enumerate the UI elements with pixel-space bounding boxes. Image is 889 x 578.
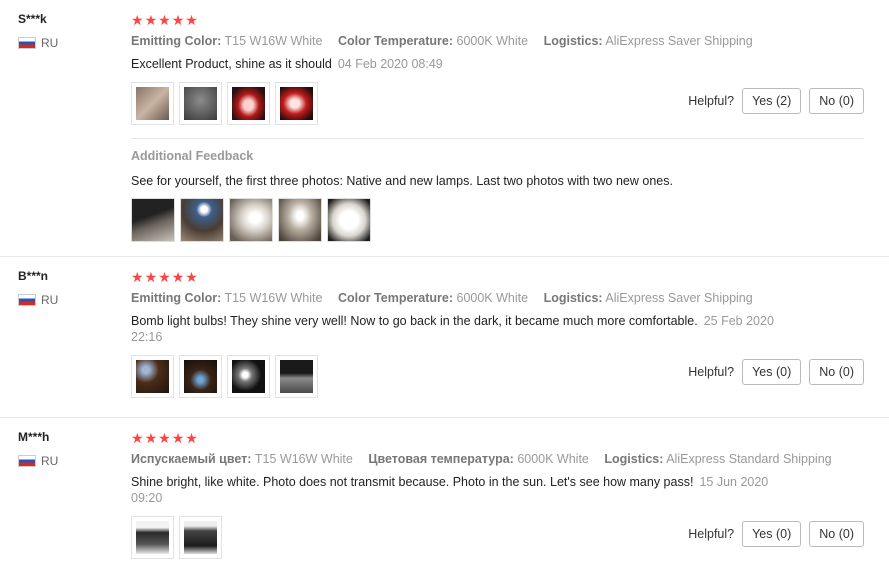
- country-code: RU: [41, 454, 59, 468]
- star-icon: ★: [131, 430, 144, 446]
- helpful-label: Helpful?: [688, 365, 735, 379]
- attr-value: 6000K White: [456, 34, 529, 48]
- attr-value: 6000K White: [456, 291, 529, 305]
- star-icon: ★: [144, 269, 158, 285]
- feedback-photo[interactable]: [278, 198, 322, 242]
- reviewer-name: M***h: [18, 430, 50, 444]
- review-text: Excellent Product, shine as it should 04 …: [131, 56, 864, 72]
- attr-label: Logistics:: [604, 452, 664, 466]
- helpful-no-button[interactable]: No (0): [809, 88, 864, 114]
- star-rating: ★ ★ ★ ★ ★: [131, 269, 864, 285]
- country-code: RU: [41, 36, 59, 50]
- attr-label: Emitting Color:: [131, 291, 222, 305]
- helpful-yes-button[interactable]: Yes (0): [742, 359, 802, 385]
- helpful-label: Helpful?: [688, 527, 735, 541]
- review-photo-thumbnail[interactable]: [131, 355, 174, 398]
- star-icon: ★: [131, 12, 144, 28]
- additional-feedback: Additional Feedback See for yourself, th…: [131, 138, 864, 242]
- star-icon: ★: [144, 12, 158, 28]
- attr-label: Logistics:: [543, 34, 603, 48]
- country-code: RU: [41, 293, 59, 307]
- star-icon: ★: [158, 269, 171, 285]
- review-photo-thumbnail[interactable]: [179, 355, 222, 398]
- additional-feedback-title: Additional Feedback: [131, 149, 254, 163]
- helpful-yes-button[interactable]: Yes (2): [742, 88, 802, 114]
- attr-value: T15 W16W White: [224, 291, 323, 305]
- star-icon: ★: [144, 430, 158, 446]
- review-content: Shine bright, like white. Photo does not…: [131, 475, 694, 489]
- attr-value: AliExpress Saver Shipping: [605, 34, 753, 48]
- review-photo-thumbnail[interactable]: [227, 82, 270, 125]
- review-item: M***h RU ★ ★ ★ ★ ★ Испускаемый цвет: T15 W16…: [0, 418, 889, 578]
- star-icon: ★: [158, 12, 171, 28]
- review-time: 09:20: [131, 491, 163, 505]
- attr-value: T15 W16W White: [224, 34, 323, 48]
- reviewer-country: RU: [18, 454, 58, 468]
- sku-attributes: Emitting Color: T15 W16W White Color Tem…: [131, 34, 864, 48]
- feedback-photo[interactable]: [131, 198, 175, 242]
- review-photo-thumbnail[interactable]: [179, 516, 222, 559]
- feedback-photo[interactable]: [180, 198, 224, 242]
- review-content: Excellent Product, shine as it should: [131, 57, 332, 71]
- helpful-vote: Helpful? Yes (0) No (0): [688, 521, 864, 547]
- helpful-label: Helpful?: [688, 94, 735, 108]
- reviewer-country: RU: [18, 293, 58, 307]
- helpful-vote: Helpful? Yes (2) No (0): [688, 88, 864, 114]
- sku-attributes: Испускаемый цвет: T15 W16W White Цветова…: [131, 452, 864, 466]
- star-icon: ★: [185, 269, 198, 285]
- star-icon: ★: [185, 12, 198, 28]
- attr-label: Испускаемый цвет:: [131, 452, 252, 466]
- review-time: 22:16: [131, 330, 163, 344]
- star-icon: ★: [158, 430, 171, 446]
- star-icon: ★: [171, 12, 185, 28]
- attr-label: Logistics:: [543, 291, 603, 305]
- review-text: Shine bright, like white. Photo does not…: [131, 474, 864, 506]
- review-photo-thumbnail[interactable]: [179, 82, 222, 125]
- review-photo-thumbnail[interactable]: [131, 516, 174, 559]
- attr-value: 6000K White: [517, 452, 589, 466]
- review-date: 04 Feb 2020 08:49: [337, 57, 443, 71]
- helpful-yes-button[interactable]: Yes (0): [742, 521, 802, 547]
- review-date: 15 Jun 2020: [699, 475, 769, 489]
- review-text: Bomb light bulbs! They shine very well! …: [131, 313, 864, 345]
- star-icon: ★: [171, 430, 185, 446]
- russia-flag-icon: [18, 294, 36, 306]
- attr-value: AliExpress Standard Shipping: [666, 452, 832, 466]
- review-photo-thumbnail[interactable]: [131, 82, 174, 125]
- review-item: S***k RU ★ ★ ★ ★ ★ Emitting Color: T15 W16W …: [0, 0, 889, 257]
- reviewer-name: S***k: [18, 12, 47, 26]
- star-icon: ★: [171, 269, 185, 285]
- helpful-no-button[interactable]: No (0): [809, 521, 864, 547]
- additional-feedback-photos: [131, 198, 864, 242]
- star-icon: ★: [131, 269, 144, 285]
- russia-flag-icon: [18, 37, 36, 49]
- feedback-photo[interactable]: [229, 198, 273, 242]
- sku-attributes: Emitting Color: T15 W16W White Color Tem…: [131, 291, 864, 305]
- reviewer-name: B***n: [18, 269, 49, 283]
- star-rating: ★ ★ ★ ★ ★: [131, 430, 864, 446]
- star-icon: ★: [185, 430, 198, 446]
- review-photo-thumbnail[interactable]: [275, 82, 318, 125]
- attr-label: Color Temperature:: [337, 291, 454, 305]
- helpful-vote: Helpful? Yes (0) No (0): [688, 359, 864, 385]
- attr-label: Цветовая температура:: [368, 452, 514, 466]
- star-rating: ★ ★ ★ ★ ★: [131, 12, 864, 28]
- attr-value: AliExpress Saver Shipping: [605, 291, 753, 305]
- feedback-photo[interactable]: [327, 198, 371, 242]
- review-content: Bomb light bulbs! They shine very well! …: [131, 314, 698, 328]
- review-photo-thumbnail[interactable]: [275, 355, 318, 398]
- review-photo-thumbnail[interactable]: [227, 355, 270, 398]
- review-item: B***n RU ★ ★ ★ ★ ★ Emitting Color: T15 W16W …: [0, 257, 889, 418]
- attr-label: Emitting Color:: [131, 34, 222, 48]
- russia-flag-icon: [18, 455, 36, 467]
- attr-label: Color Temperature:: [337, 34, 454, 48]
- attr-value: T15 W16W White: [254, 452, 353, 466]
- review-date: 25 Feb 2020: [703, 314, 774, 328]
- additional-feedback-text: See for yourself, the first three photos…: [131, 174, 673, 188]
- helpful-no-button[interactable]: No (0): [809, 359, 864, 385]
- reviewer-country: RU: [18, 36, 58, 50]
